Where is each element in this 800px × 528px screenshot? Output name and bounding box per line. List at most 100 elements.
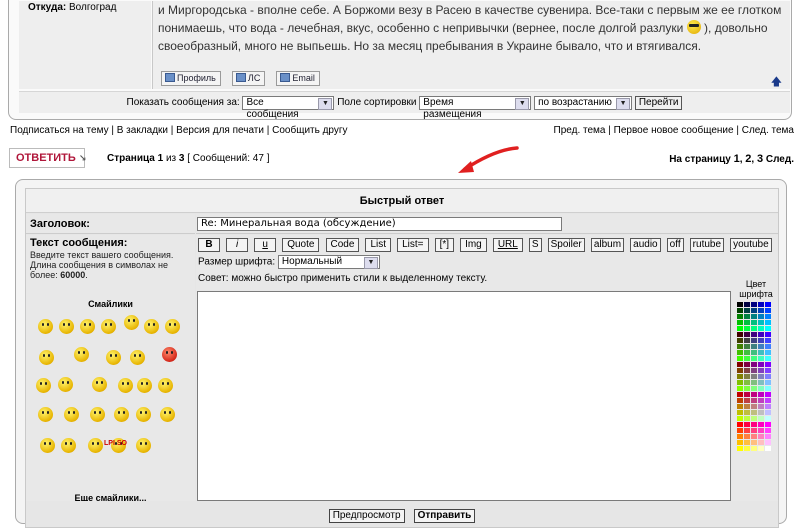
bbcode-audio-button[interactable]: audio	[630, 238, 661, 252]
color-swatch[interactable]	[737, 374, 743, 379]
bbcode-underline-button[interactable]: u	[254, 238, 277, 252]
smiley-icon[interactable]	[61, 438, 76, 453]
color-swatch[interactable]	[758, 404, 764, 409]
color-swatch[interactable]	[744, 428, 750, 433]
color-swatch[interactable]	[765, 440, 771, 445]
color-swatch[interactable]	[744, 368, 750, 373]
bbcode-strike-button[interactable]: S	[528, 238, 542, 252]
color-palette[interactable]	[737, 302, 777, 452]
color-swatch[interactable]	[744, 350, 750, 355]
color-swatch[interactable]	[744, 410, 750, 415]
color-swatch[interactable]	[765, 350, 771, 355]
smiley-icon[interactable]	[136, 438, 151, 453]
bbcode-rutube-button[interactable]: rutube	[689, 238, 725, 252]
message-textarea[interactable]	[197, 291, 731, 501]
color-swatch[interactable]	[758, 410, 764, 415]
color-swatch[interactable]	[765, 416, 771, 421]
color-swatch[interactable]	[737, 392, 743, 397]
page-link-1[interactable]: 1	[734, 153, 740, 165]
color-swatch[interactable]	[765, 446, 771, 451]
smiley-icon[interactable]	[64, 407, 79, 422]
print-link[interactable]: Версия для печати	[176, 125, 264, 136]
profile-button[interactable]: Профиль	[161, 71, 221, 86]
color-swatch[interactable]	[737, 350, 743, 355]
show-posts-select[interactable]: Все сообщения	[242, 96, 335, 120]
color-swatch[interactable]	[758, 350, 764, 355]
color-swatch[interactable]	[744, 416, 750, 421]
color-swatch[interactable]	[744, 314, 750, 319]
color-swatch[interactable]	[758, 386, 764, 391]
color-swatch[interactable]	[737, 308, 743, 313]
color-swatch[interactable]	[751, 392, 757, 397]
bbcode-bold-button[interactable]: B	[198, 238, 220, 252]
color-swatch[interactable]	[751, 320, 757, 325]
smiley-icon[interactable]	[38, 407, 53, 422]
color-swatch[interactable]	[758, 368, 764, 373]
color-swatch[interactable]	[758, 422, 764, 427]
color-swatch[interactable]	[765, 404, 771, 409]
smiley-icon[interactable]	[58, 377, 73, 392]
color-swatch[interactable]	[744, 338, 750, 343]
color-swatch[interactable]	[758, 398, 764, 403]
color-swatch[interactable]	[751, 314, 757, 319]
bbcode-quote-button[interactable]: Quote	[282, 238, 320, 252]
smiley-icon[interactable]	[158, 378, 173, 393]
color-swatch[interactable]	[737, 434, 743, 439]
smiley-icon[interactable]	[130, 350, 145, 365]
color-swatch[interactable]	[737, 362, 743, 367]
color-swatch[interactable]	[751, 446, 757, 451]
color-swatch[interactable]	[737, 356, 743, 361]
pm-button[interactable]: ЛС	[231, 71, 266, 86]
color-swatch[interactable]	[765, 368, 771, 373]
color-swatch[interactable]	[751, 332, 757, 337]
color-swatch[interactable]	[744, 386, 750, 391]
cool-smiley-icon[interactable]	[144, 319, 159, 334]
go-button[interactable]: Перейти	[634, 96, 683, 110]
smiley-icon[interactable]	[80, 319, 95, 334]
color-swatch[interactable]	[751, 416, 757, 421]
smiley-icon[interactable]	[74, 347, 89, 362]
color-swatch[interactable]	[758, 362, 764, 367]
color-swatch[interactable]	[765, 434, 771, 439]
color-swatch[interactable]	[751, 338, 757, 343]
page-link-2[interactable]: 2	[745, 153, 751, 165]
bbcode-youtube-button[interactable]: youtube	[730, 238, 772, 252]
color-swatch[interactable]	[744, 326, 750, 331]
prev-topic-link[interactable]: Пред. тема	[554, 125, 606, 136]
color-swatch[interactable]	[744, 308, 750, 313]
color-swatch[interactable]	[765, 374, 771, 379]
color-swatch[interactable]	[765, 392, 771, 397]
smiley-icon[interactable]	[137, 378, 152, 393]
color-swatch[interactable]	[737, 332, 743, 337]
subscribe-link[interactable]: Подписаться на тему	[10, 125, 109, 136]
color-swatch[interactable]	[744, 320, 750, 325]
color-swatch[interactable]	[765, 398, 771, 403]
preview-button[interactable]: Предпросмотр	[328, 509, 405, 523]
bbcode-off-button[interactable]: off	[666, 238, 684, 252]
color-swatch[interactable]	[751, 326, 757, 331]
bbcode-code-button[interactable]: Code	[325, 238, 360, 252]
color-swatch[interactable]	[737, 422, 743, 427]
color-swatch[interactable]	[737, 386, 743, 391]
next-topic-link[interactable]: След. тема	[742, 125, 794, 136]
bbcode-spoiler-button[interactable]: Spoiler	[547, 238, 585, 252]
color-swatch[interactable]	[765, 332, 771, 337]
bbcode-url-button[interactable]: URL	[492, 238, 523, 252]
color-swatch[interactable]	[758, 308, 764, 313]
bbcode-list-item-button[interactable]: [*]	[434, 238, 455, 252]
color-swatch[interactable]	[751, 398, 757, 403]
smiley-icon[interactable]	[160, 407, 175, 422]
color-swatch[interactable]	[758, 356, 764, 361]
color-swatch[interactable]	[751, 356, 757, 361]
color-swatch[interactable]	[737, 410, 743, 415]
color-swatch[interactable]	[765, 422, 771, 427]
color-swatch[interactable]	[744, 398, 750, 403]
color-swatch[interactable]	[744, 434, 750, 439]
color-swatch[interactable]	[758, 392, 764, 397]
smiley-icon[interactable]	[101, 319, 116, 334]
color-swatch[interactable]	[744, 356, 750, 361]
color-swatch[interactable]	[751, 410, 757, 415]
color-swatch[interactable]	[737, 368, 743, 373]
color-swatch[interactable]	[765, 344, 771, 349]
color-swatch[interactable]	[751, 368, 757, 373]
